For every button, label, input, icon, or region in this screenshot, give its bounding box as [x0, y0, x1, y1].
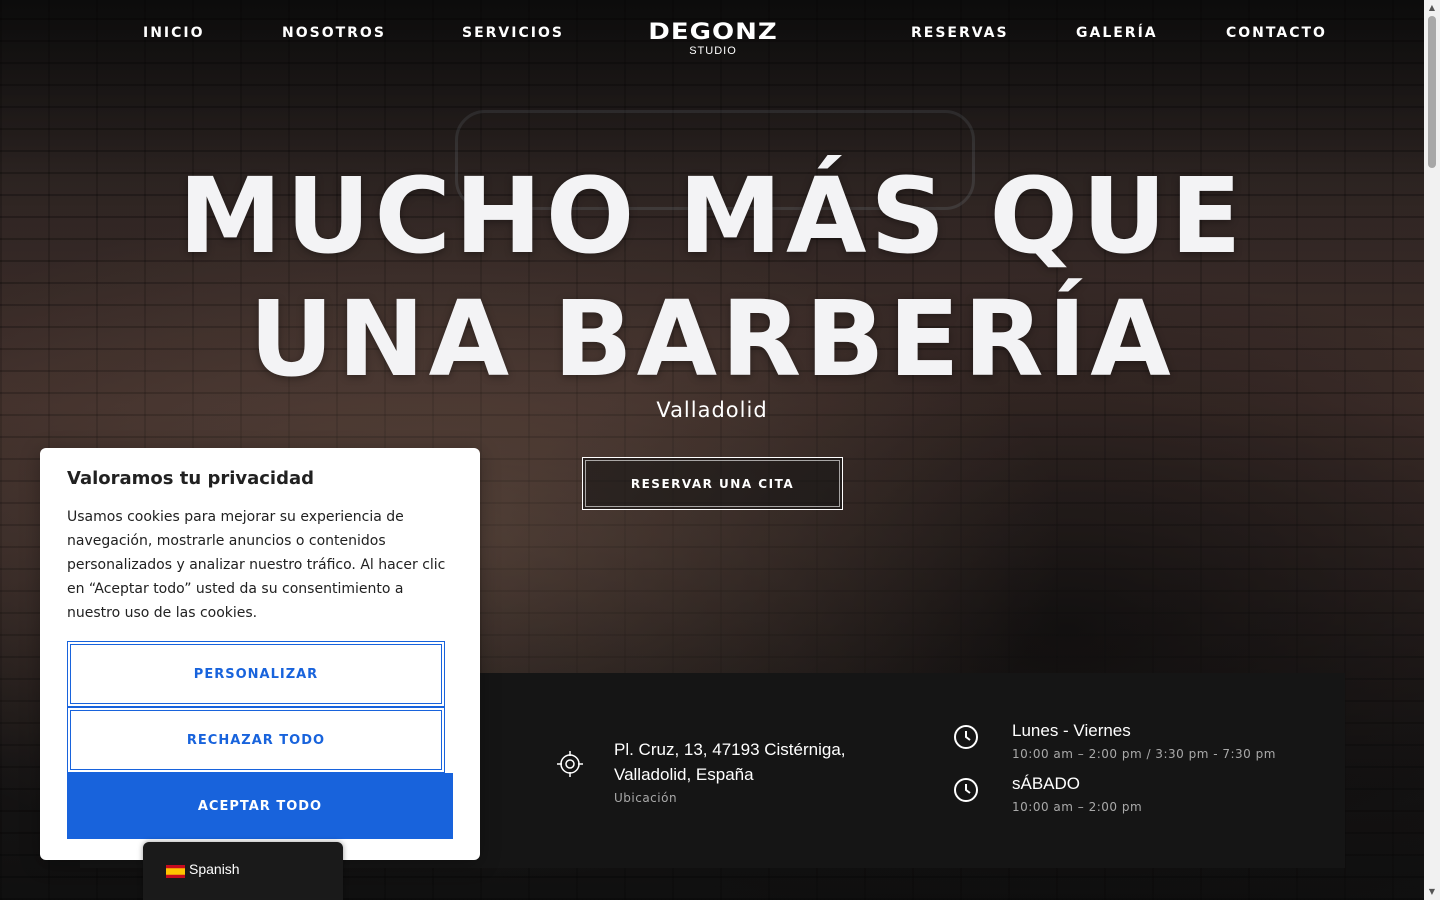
address-line2: Valladolid, España — [614, 765, 754, 784]
hero-headline-line1: MUCHO MÁS QUE — [178, 155, 1246, 277]
nav-nosotros[interactable]: NOSOTROS — [282, 25, 386, 41]
crosshair-icon — [557, 751, 583, 777]
logo-text: DEGONZ — [648, 19, 778, 45]
nav-reservas[interactable]: RESERVAS — [911, 25, 1009, 41]
spain-flag-icon — [166, 865, 185, 878]
page-scrollbar[interactable]: ▲ ▼ — [1424, 0, 1440, 900]
weekday-label: Lunes - Viernes — [1012, 721, 1131, 740]
cookie-consent-dialog: Valoramos tu privacidad Usamos cookies p… — [40, 448, 480, 860]
nav-galeria[interactable]: GALERÍA — [1076, 25, 1158, 41]
nav-inicio[interactable]: INICIO — [143, 25, 205, 41]
clock-icon — [954, 778, 978, 802]
book-appointment-button[interactable]: RESERVAR UNA CITA — [582, 457, 843, 510]
scroll-up-arrow-icon[interactable]: ▲ — [1424, 0, 1440, 16]
accept-all-button[interactable]: ACEPTAR TODO — [67, 773, 453, 839]
cookie-text: Usamos cookies para mejorar su experienc… — [67, 509, 446, 621]
language-switcher[interactable]: Spanish — [143, 842, 343, 900]
cookie-title: Valoramos tu privacidad — [67, 468, 315, 489]
hero-subtitle: Valladolid — [656, 398, 768, 422]
logo-subtext: STUDIO — [689, 45, 737, 57]
nav-servicios[interactable]: SERVICIOS — [462, 25, 564, 41]
nav-contacto[interactable]: CONTACTO — [1226, 25, 1327, 41]
scroll-down-arrow-icon[interactable]: ▼ — [1424, 884, 1440, 900]
saturday-label: sÁBADO — [1012, 774, 1081, 793]
site-logo[interactable]: DEGONZ STUDIO — [613, 18, 813, 58]
clock-icon — [954, 725, 978, 749]
saturday-hours: 10:00 am – 2:00 pm — [1012, 800, 1143, 814]
scroll-thumb[interactable] — [1428, 16, 1436, 168]
language-label: Spanish — [189, 861, 240, 877]
customize-button[interactable]: PERSONALIZAR — [67, 641, 445, 707]
weekday-hours: 10:00 am – 2:00 pm / 3:30 pm - 7:30 pm — [1012, 747, 1276, 761]
main-nav: INICIO NOSOTROS SERVICIOS DEGONZ STUDIO … — [0, 0, 1424, 70]
location-label: Ubicación — [614, 791, 678, 805]
reject-all-button[interactable]: RECHAZAR TODO — [67, 707, 445, 773]
address-line1: Pl. Cruz, 13, 47193 Cistérniga, — [614, 740, 846, 759]
hero-headline-line2: UNA BARBERÍA — [249, 278, 1175, 400]
